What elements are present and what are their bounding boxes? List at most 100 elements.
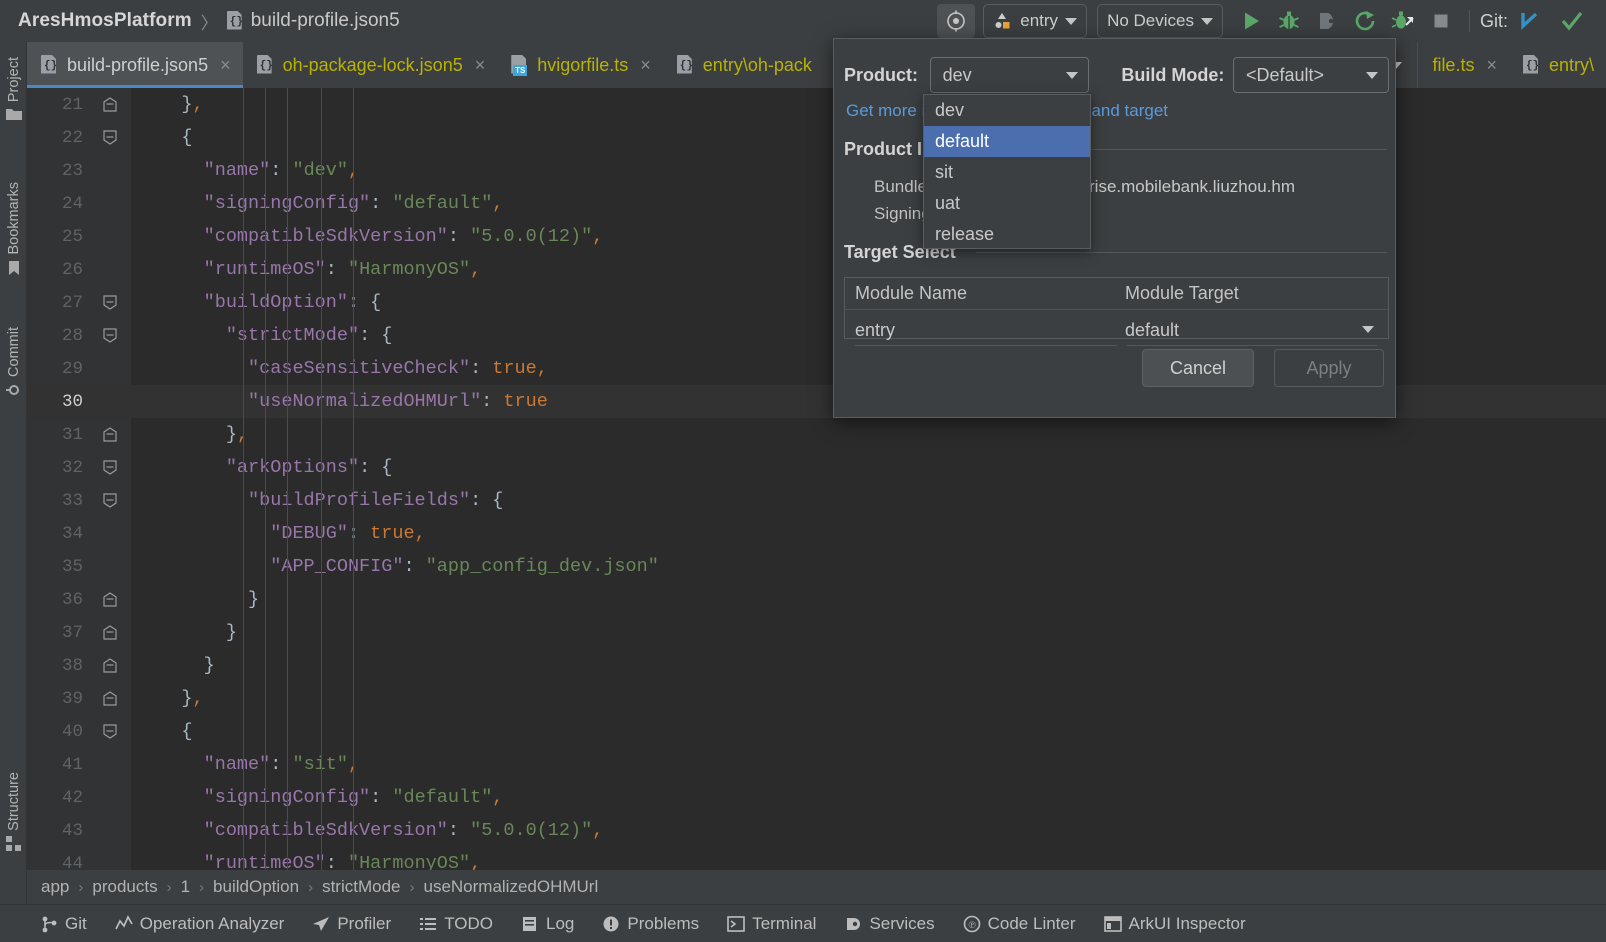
sidebar-item-project[interactable]: Project [0,57,27,121]
dropdown-option-sit[interactable]: sit [924,157,1090,188]
fold-gutter-cell[interactable] [89,748,131,781]
code-line[interactable]: 40 { [27,715,1606,748]
fold-gutter-cell[interactable] [89,253,131,286]
tool-window-button-problems[interactable]: Problems [602,914,699,934]
commit-button[interactable] [1560,9,1584,33]
device-selector[interactable]: No Devices [1097,4,1223,38]
fold-gutter-cell[interactable] [89,649,131,682]
fold-gutter-cell[interactable] [89,88,131,121]
tool-window-button-git[interactable]: Git [40,914,87,934]
close-icon[interactable]: × [220,55,231,76]
dropdown-option-default[interactable]: default [924,126,1090,157]
code-line[interactable]: 43 "compatibleSdkVersion": "5.0.0(12)", [27,814,1606,847]
fold-gutter-cell[interactable] [89,352,131,385]
current-file-name[interactable]: build-profile.json5 [251,10,400,32]
select-device-target-button[interactable] [937,4,976,38]
code-line[interactable]: 35 "APP_CONFIG": "app_config_dev.json" [27,550,1606,583]
code-line[interactable]: 33 "buildProfileFields": { [27,484,1606,517]
fold-gutter-cell[interactable] [89,814,131,847]
tool-window-button-log[interactable]: Log [521,914,574,934]
code-line[interactable]: 39 }, [27,682,1606,715]
sidebar-item-bookmarks[interactable]: Bookmarks [0,182,27,276]
code-line[interactable]: 44 "runtimeOS": "HarmonyOS", [27,847,1606,870]
dropdown-option-dev[interactable]: dev [924,95,1090,126]
product-dropdown-list[interactable]: dev default sit uat release [923,94,1091,249]
fold-gutter-cell[interactable] [89,121,131,154]
code-line[interactable]: 38 } [27,649,1606,682]
fold-end-icon[interactable] [103,625,117,640]
fold-gutter-cell[interactable] [89,451,131,484]
fold-collapse-icon[interactable] [103,493,117,508]
run-configuration-selector[interactable]: entry [983,4,1088,38]
code-line[interactable]: 36 } [27,583,1606,616]
cell-module-target[interactable]: default [1125,320,1179,341]
fold-gutter-cell[interactable] [89,385,131,418]
fold-gutter-cell[interactable] [89,187,131,220]
fold-gutter-cell[interactable] [89,583,131,616]
fold-gutter-cell[interactable] [89,286,131,319]
product-select[interactable]: dev [929,57,1090,93]
build-mode-select[interactable]: <Default> [1232,57,1389,93]
update-project-button[interactable] [1518,9,1542,33]
fold-collapse-icon[interactable] [103,460,117,475]
tab-file-ts[interactable]: file.ts × [1418,42,1509,88]
sidebar-item-commit[interactable]: Commit [0,327,27,398]
breadcrumb-item[interactable]: app [41,877,69,897]
tab-entry[interactable]: {} entry\ [1509,42,1606,88]
tab-entry-oh-package[interactable]: {} entry\oh-pack [663,42,824,88]
sidebar-item-structure[interactable]: Structure [0,772,27,851]
fold-gutter-cell[interactable] [89,418,131,451]
fold-end-icon[interactable] [103,97,117,112]
fold-gutter-cell[interactable] [89,154,131,187]
breadcrumb-item[interactable]: buildOption [213,877,299,897]
fold-gutter-cell[interactable] [89,715,131,748]
fold-gutter-cell[interactable] [89,616,131,649]
code-line[interactable]: 42 "signingConfig": "default", [27,781,1606,814]
help-link[interactable]: Get more in t and target [846,101,1168,121]
code-line[interactable]: 31 }, [27,418,1606,451]
fold-end-icon[interactable] [103,427,117,442]
project-name[interactable]: AresHmosPlatform [18,10,192,32]
breadcrumb-item[interactable]: useNormalizedOHMUrl [423,877,598,897]
breadcrumb-item[interactable]: products [92,877,157,897]
cancel-button[interactable]: Cancel [1142,349,1254,387]
fold-end-icon[interactable] [103,592,117,607]
close-icon[interactable]: × [475,55,486,76]
stop-button[interactable] [1429,9,1453,33]
fold-collapse-icon[interactable] [103,724,117,739]
tab-oh-package-lock-json5[interactable]: {} oh-package-lock.json5 × [243,42,498,88]
fold-gutter-cell[interactable] [89,550,131,583]
rerun-button[interactable] [1353,9,1377,33]
close-icon[interactable]: × [640,55,651,76]
fold-end-icon[interactable] [103,691,117,706]
close-icon[interactable]: × [1486,55,1497,76]
fold-gutter-cell[interactable] [89,484,131,517]
tab-build-profile-json5[interactable]: {} build-profile.json5 × [27,42,243,88]
table-row[interactable]: entry default [845,310,1388,350]
code-line[interactable]: 41 "name": "sit", [27,748,1606,781]
code-line[interactable]: 34 "DEBUG": true, [27,517,1606,550]
tool-window-button-profiler[interactable]: Profiler [312,914,391,934]
fold-end-icon[interactable] [103,658,117,673]
tool-window-button-services[interactable]: Services [844,914,935,934]
tool-window-button-terminal[interactable]: Terminal [727,914,816,934]
tool-window-button-code-linter[interactable]: ℗ Code Linter [963,914,1076,934]
profile-button[interactable] [1391,9,1415,33]
fold-collapse-icon[interactable] [103,295,117,310]
fold-gutter-cell[interactable] [89,781,131,814]
tool-window-button-arkui-inspector[interactable]: ArkUI Inspector [1103,914,1246,934]
tool-window-button-todo[interactable]: TODO [419,914,493,934]
tool-window-button-operation-analyzer[interactable]: Operation Analyzer [114,914,284,934]
code-line[interactable]: 37 } [27,616,1606,649]
fold-collapse-icon[interactable] [103,328,117,343]
dropdown-option-release[interactable]: release [924,219,1090,250]
debug-button[interactable] [1277,9,1301,33]
attach-debugger-button[interactable] [1315,9,1339,33]
fold-gutter-cell[interactable] [89,847,131,870]
fold-gutter-cell[interactable] [89,517,131,550]
fold-gutter-cell[interactable] [89,682,131,715]
tab-hvigorfile-ts[interactable]: TS hvigorfile.ts × [497,42,663,88]
run-button[interactable] [1239,9,1263,33]
chevron-down-icon[interactable] [1362,326,1374,333]
fold-collapse-icon[interactable] [103,130,117,145]
